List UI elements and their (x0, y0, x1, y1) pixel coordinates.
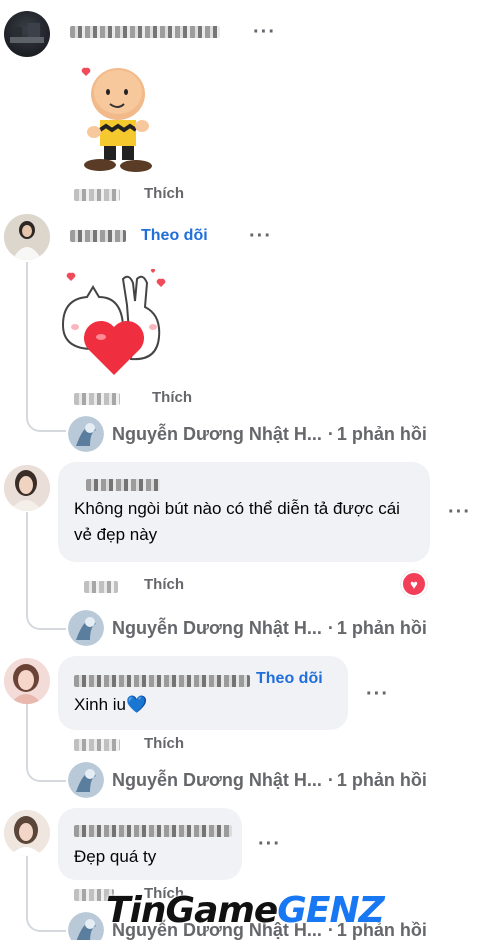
like-button[interactable]: Thích (144, 576, 184, 593)
thread-curve (26, 608, 66, 630)
avatar[interactable] (4, 810, 50, 856)
comment-text: Không ngòi bút nào có thể diễn tả được c… (74, 499, 400, 544)
more-options-button[interactable]: ··· (448, 502, 471, 522)
comment-bubble: Không ngòi bút nào có thể diễn tả được c… (58, 462, 430, 562)
like-button[interactable]: Thích (144, 185, 184, 202)
avatar (68, 912, 104, 940)
thread-line (26, 704, 28, 760)
reply-count: 1 phản hồi (336, 423, 427, 444)
more-options-button[interactable]: ··· (366, 684, 389, 704)
comment-text: Đẹp quá ty (74, 847, 157, 866)
avatar (68, 610, 104, 646)
timestamp[interactable] (74, 392, 120, 410)
watermark-part1: TinGame (106, 890, 278, 931)
reply-author: Nguyễn Dương Nhật H... (112, 423, 322, 444)
watermark-part2: GENZ (277, 890, 384, 931)
reply-separator: · (327, 423, 334, 444)
reply-author: Nguyễn Dương Nhật H... (112, 617, 322, 638)
thread-curve (26, 760, 66, 782)
reply-separator: · (327, 769, 334, 790)
avatar-image (4, 658, 50, 704)
timestamp[interactable] (74, 738, 120, 756)
more-options-button[interactable]: ··· (258, 834, 281, 854)
avatar[interactable] (4, 11, 50, 57)
more-options-button[interactable]: ··· (253, 22, 276, 42)
comment-bubble: Theo dõi Xinh iu💙 (58, 656, 348, 730)
avatar[interactable] (4, 465, 50, 511)
avatar-image (4, 465, 50, 511)
reply-count: 1 phản hồi (336, 617, 427, 638)
sticker-cat-bunny-heart (61, 268, 166, 375)
commenter-name[interactable] (74, 674, 250, 692)
thread-line (26, 512, 28, 608)
commenter-name[interactable] (74, 824, 232, 842)
view-replies-link[interactable]: Nguyễn Dương Nhật H... · 1 phản hồi (68, 610, 427, 646)
follow-button[interactable]: Theo dõi (141, 227, 208, 245)
like-button[interactable]: Thích (144, 735, 184, 752)
view-replies-link[interactable]: Nguyễn Dương Nhật H... · 1 phản hồi (68, 416, 427, 452)
sticker-charlie-brown (81, 67, 152, 172)
like-button[interactable]: Thích (152, 389, 192, 406)
love-reaction-icon[interactable]: ♥ (401, 571, 427, 597)
avatar-image (10, 23, 44, 43)
reply-count: 1 phản hồi (336, 769, 427, 790)
commenter-name[interactable] (70, 25, 220, 43)
follow-button[interactable]: Theo dõi (256, 670, 323, 688)
commenter-name[interactable] (86, 478, 160, 496)
avatar (68, 762, 104, 798)
comment-bubble: Đẹp quá ty (58, 808, 242, 880)
avatar[interactable] (4, 658, 50, 704)
thread-line (26, 856, 28, 912)
reply-separator: · (327, 617, 334, 638)
timestamp[interactable] (74, 188, 120, 206)
watermark-logo: TinGameGENZ (106, 890, 385, 931)
avatar-image (4, 214, 50, 260)
timestamp[interactable] (84, 580, 118, 598)
avatar[interactable] (4, 214, 50, 260)
view-replies-link[interactable]: Nguyễn Dương Nhật H... · 1 phản hồi (68, 762, 427, 798)
commenter-name[interactable] (70, 229, 126, 247)
more-options-button[interactable]: ··· (249, 226, 272, 246)
thread-curve (26, 410, 66, 432)
avatar-image (4, 810, 50, 856)
thread-line (26, 262, 28, 410)
thread-curve (26, 910, 66, 932)
avatar (68, 416, 104, 452)
reply-author: Nguyễn Dương Nhật H... (112, 769, 322, 790)
comment-text: Xinh iu💙 (74, 695, 148, 714)
